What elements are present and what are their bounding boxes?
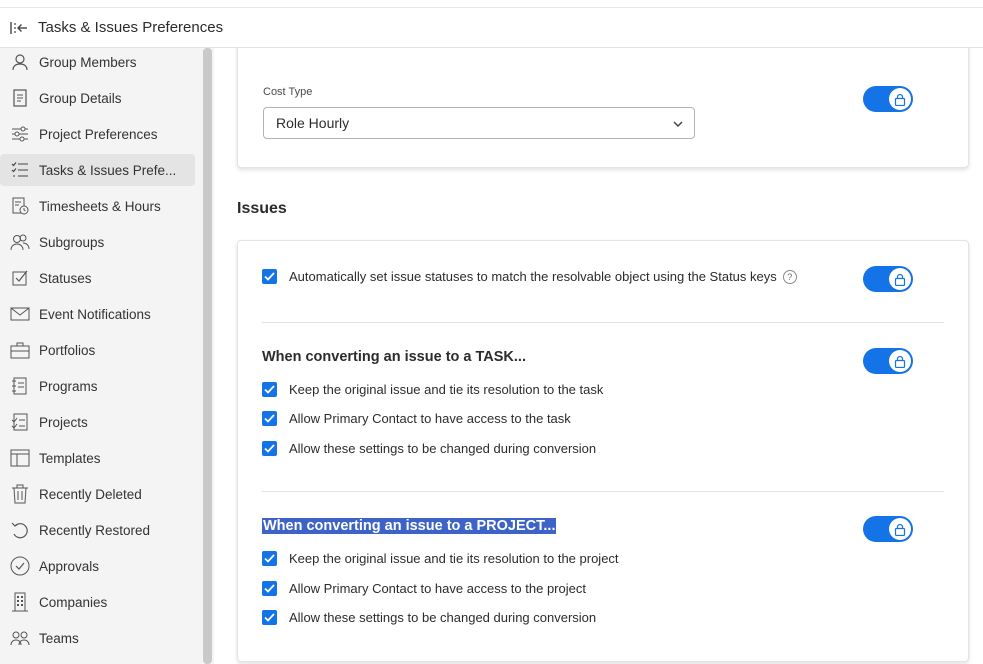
task-conversion-heading: When converting an issue to a TASK... xyxy=(262,349,526,365)
project-keep-original-checkbox[interactable] xyxy=(262,551,277,566)
sidebar-item-companies[interactable]: Companies xyxy=(0,586,195,618)
task-allow-change-label: Allow these settings to be changed durin… xyxy=(289,441,597,456)
sidebar-item-label: Group Members xyxy=(39,54,137,70)
project-primary-contact-label: Allow Primary Contact to have access to … xyxy=(289,581,586,596)
auto-status-label: Automatically set issue statuses to matc… xyxy=(289,269,777,284)
cost-type-lock-toggle[interactable] xyxy=(863,86,913,112)
task-option-allow-change: Allow these settings to be changed durin… xyxy=(262,441,596,456)
sidebar-item-statuses[interactable]: Statuses xyxy=(0,262,195,294)
issues-section-title: Issues xyxy=(237,200,287,217)
task-keep-original-checkbox[interactable] xyxy=(262,382,277,397)
auto-status-lock-toggle[interactable] xyxy=(863,266,913,292)
sidebar-item-group-members[interactable]: Group Members xyxy=(0,46,195,78)
project-icon xyxy=(9,411,31,433)
program-icon xyxy=(9,375,31,397)
lock-icon xyxy=(889,518,911,540)
sidebar-item-label: Group Details xyxy=(39,90,122,106)
lock-icon xyxy=(889,350,911,372)
sidebar-item-timesheets[interactable]: Timesheets & Hours xyxy=(0,190,195,222)
cost-type-value: Role Hourly xyxy=(276,115,350,131)
cost-type-select[interactable]: Role Hourly xyxy=(263,107,695,139)
sidebar-item-label: Recently Restored xyxy=(39,522,151,538)
task-option-keep-original: Keep the original issue and tie its reso… xyxy=(262,382,603,397)
project-option-allow-change: Allow these settings to be changed durin… xyxy=(262,610,596,625)
status-icon xyxy=(9,267,31,289)
collapse-left-icon[interactable] xyxy=(0,8,38,48)
sidebar-item-label: Projects xyxy=(39,414,88,430)
project-option-primary-contact: Allow Primary Contact to have access to … xyxy=(262,581,586,596)
lock-icon xyxy=(889,88,911,110)
trash-icon xyxy=(9,483,31,505)
lock-icon xyxy=(889,268,911,290)
auto-status-option: Automatically set issue statuses to matc… xyxy=(262,269,797,284)
sidebar-item-projects[interactable]: Projects xyxy=(0,406,195,438)
sidebar-item-label: Subgroups xyxy=(39,234,105,250)
auto-status-checkbox[interactable] xyxy=(262,269,277,284)
top-strip xyxy=(0,0,983,8)
cost-type-label: Cost Type xyxy=(263,86,313,98)
sidebar-item-label: Portfolios xyxy=(39,342,96,358)
sidebar-scrollbar[interactable] xyxy=(203,48,212,664)
sidebar-item-label: Project Preferences xyxy=(39,126,158,142)
sidebar-item-recently-deleted[interactable]: Recently Deleted xyxy=(0,478,195,510)
sidebar-item-subgroups[interactable]: Subgroups xyxy=(0,226,195,258)
sliders-icon xyxy=(9,123,31,145)
divider xyxy=(262,322,944,323)
sidebar-item-programs[interactable]: Programs xyxy=(0,370,195,402)
task-primary-contact-label: Allow Primary Contact to have access to … xyxy=(289,411,571,426)
task-conversion-lock-toggle[interactable] xyxy=(863,348,913,374)
main-content: Cost Type Role Hourly Issues Automatical… xyxy=(214,48,983,664)
sidebar-item-label: Tasks & Issues Prefe... xyxy=(39,162,177,178)
user-icon xyxy=(9,51,31,73)
checklist-icon xyxy=(9,159,31,181)
sidebar-item-label: Companies xyxy=(39,594,108,610)
sidebar-item-label: Programs xyxy=(39,378,98,394)
sidebar-item-recently-restored[interactable]: Recently Restored xyxy=(0,514,195,546)
sidebar-item-project-preferences[interactable]: Project Preferences xyxy=(0,118,195,150)
sidebar-item-templates[interactable]: Templates xyxy=(0,442,195,474)
timesheet-icon xyxy=(9,195,31,217)
page-title: Tasks & Issues Preferences xyxy=(38,19,224,36)
sidebar-item-label: Teams xyxy=(39,630,79,646)
task-allow-change-checkbox[interactable] xyxy=(262,441,277,456)
sidebar-item-teams[interactable]: Teams xyxy=(0,622,195,654)
help-icon[interactable]: ? xyxy=(782,269,797,284)
sidebar-item-approvals[interactable]: Approvals xyxy=(0,550,195,582)
sidebar-item-label: Statuses xyxy=(39,270,92,286)
template-icon xyxy=(9,447,31,469)
project-allow-change-label: Allow these settings to be changed durin… xyxy=(289,610,597,625)
sidebar-item-tasks-issues[interactable]: Tasks & Issues Prefe... xyxy=(0,154,195,186)
sidebar-item-event-notifications[interactable]: Event Notifications xyxy=(0,298,195,330)
project-keep-original-label: Keep the original issue and tie its reso… xyxy=(289,551,619,566)
document-icon xyxy=(9,87,31,109)
restore-icon xyxy=(9,519,31,541)
page-header: Tasks & Issues Preferences xyxy=(0,8,983,48)
sidebar-item-label: Timesheets & Hours xyxy=(39,198,161,214)
task-keep-original-label: Keep the original issue and tie its reso… xyxy=(289,382,604,397)
issues-card: Automatically set issue statuses to matc… xyxy=(237,240,969,662)
users-icon xyxy=(9,231,31,253)
sidebar-item-label: Event Notifications xyxy=(39,306,151,322)
sidebar-item-label: Recently Deleted xyxy=(39,486,142,502)
task-option-primary-contact: Allow Primary Contact to have access to … xyxy=(262,411,571,426)
sidebar-item-label: Approvals xyxy=(39,558,100,574)
project-option-keep-original: Keep the original issue and tie its reso… xyxy=(262,551,619,566)
project-primary-contact-checkbox[interactable] xyxy=(262,581,277,596)
building-icon xyxy=(9,591,31,613)
sidebar-item-label: Templates xyxy=(39,450,101,466)
approval-icon xyxy=(9,555,31,577)
project-allow-change-checkbox[interactable] xyxy=(262,610,277,625)
team-icon xyxy=(9,627,31,649)
task-primary-contact-checkbox[interactable] xyxy=(262,411,277,426)
chevron-down-icon xyxy=(672,117,684,133)
mail-icon xyxy=(9,303,31,325)
briefcase-icon xyxy=(9,339,31,361)
project-conversion-heading: When converting an issue to a PROJECT... xyxy=(262,518,557,534)
cost-type-card: Cost Type Role Hourly xyxy=(237,48,969,168)
divider xyxy=(262,491,944,492)
project-conversion-lock-toggle[interactable] xyxy=(863,516,913,542)
sidebar-item-portfolios[interactable]: Portfolios xyxy=(0,334,195,366)
sidebar-item-group-details[interactable]: Group Details xyxy=(0,82,195,114)
